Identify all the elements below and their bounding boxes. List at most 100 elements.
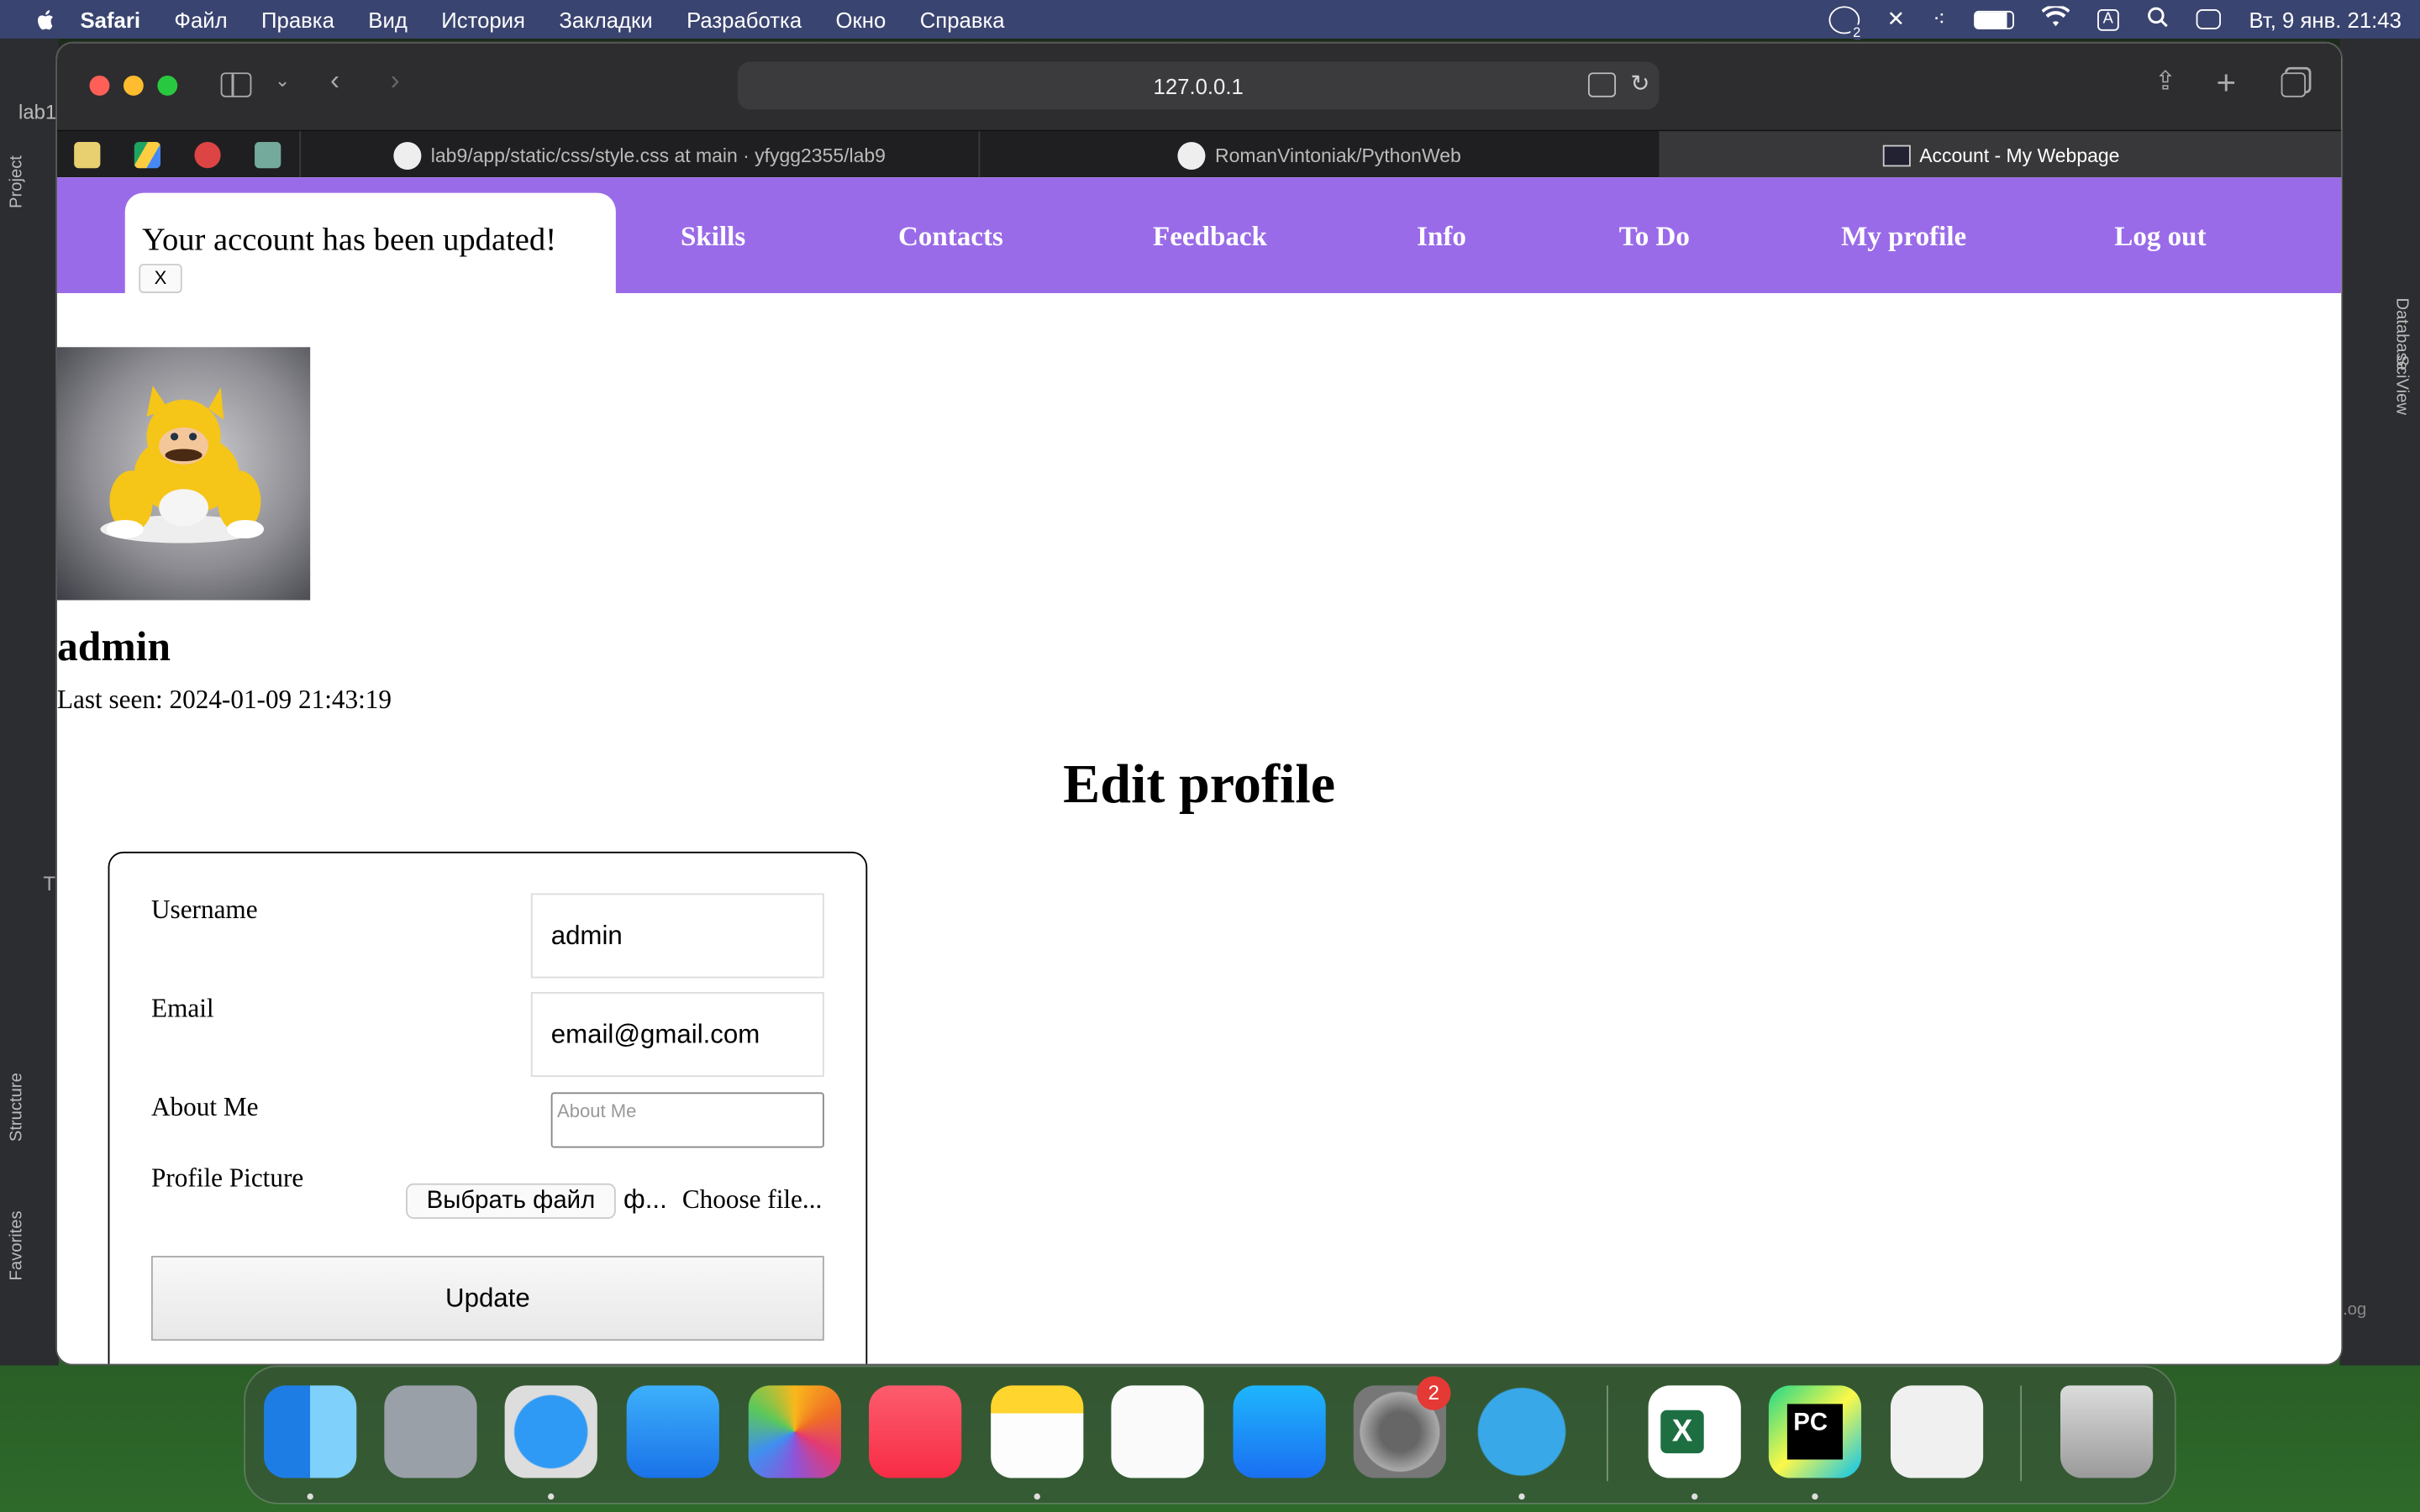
dock-divider: [2020, 1385, 2023, 1482]
ide-right-panel: Database SciView .og: [2339, 38, 2420, 1366]
ide-project-label[interactable]: Project: [8, 155, 26, 208]
telegram-icon[interactable]: [1475, 1385, 1569, 1478]
battery-icon[interactable]: [1973, 9, 2014, 29]
datetime[interactable]: Вт, 9 янв. 21:43: [2249, 7, 2402, 31]
apple-menu-icon[interactable]: [34, 7, 58, 31]
nav-todo[interactable]: To Do: [1619, 221, 1690, 254]
tab-github-style-title: lab9/app/static/css/style.css at main · …: [430, 144, 886, 166]
notification-status-icon[interactable]: 2: [1828, 5, 1865, 39]
edit-profile-form: Username admin Email email@gmail.com Abo…: [108, 851, 868, 1364]
update-button[interactable]: Update: [150, 1256, 824, 1341]
share-icon[interactable]: ⇪: [2154, 66, 2176, 97]
minimize-window-button[interactable]: [123, 75, 144, 96]
photos-icon[interactable]: [748, 1385, 842, 1478]
running-indicator: [548, 1493, 555, 1500]
zoom-window-button[interactable]: [157, 75, 178, 96]
nav-contacts[interactable]: Contacts: [898, 221, 1003, 254]
tab-account-title: Account - My Webpage: [1919, 144, 2120, 166]
running-indicator: [1518, 1493, 1525, 1500]
ide-sciview-label[interactable]: SciView: [2392, 354, 2411, 415]
menu-help[interactable]: Справка: [920, 7, 1005, 31]
notes-icon[interactable]: [991, 1385, 1084, 1478]
nav-info[interactable]: Info: [1417, 221, 1466, 254]
input-source-indicator[interactable]: A: [2096, 8, 2120, 30]
choose-file-text[interactable]: Choose file...: [682, 1185, 823, 1216]
menu-history[interactable]: История: [441, 7, 525, 31]
terminal-favicon-icon: [1882, 144, 1911, 166]
ide-favorites-label[interactable]: Favorites: [8, 1210, 26, 1280]
dock-divider: [1607, 1385, 1608, 1482]
menu-edit[interactable]: Правка: [261, 7, 334, 31]
nav-my-profile[interactable]: My profile: [1841, 221, 1966, 254]
menu-view[interactable]: Вид: [368, 7, 408, 31]
back-icon[interactable]: ‹: [330, 65, 339, 97]
email-input[interactable]: email@gmail.com: [530, 991, 824, 1078]
tab-account[interactable]: Account - My Webpage: [1659, 131, 2342, 180]
control-center-icon[interactable]: [2196, 9, 2222, 29]
nav-skills[interactable]: Skills: [681, 221, 745, 254]
running-indicator: [1812, 1493, 1818, 1500]
menu-safari[interactable]: Safari: [81, 7, 140, 31]
ide-t-label: T: [43, 871, 56, 895]
sidebar-toggle-icon[interactable]: [220, 72, 252, 97]
tab-overview-icon[interactable]: [2281, 72, 2307, 97]
music-icon[interactable]: [869, 1385, 962, 1478]
safari-window: ⌄ ‹ › 127.0.0.1 ↻ ⇪ + lab9/app/static/cs…: [56, 43, 2342, 1364]
menu-bookmarks[interactable]: Закладки: [559, 7, 652, 31]
ide-left-panel: lab1 Project T Structure Favorites: [0, 38, 59, 1366]
system-information-icon[interactable]: [1890, 1385, 1984, 1478]
edit-profile-heading: Edit profile: [1063, 753, 1336, 815]
wifi-icon[interactable]: [2040, 4, 2070, 32]
username-label: Username: [150, 895, 258, 925]
chatgpt-icon[interactable]: [255, 141, 281, 169]
avatar: [56, 347, 311, 601]
translate-icon[interactable]: [1587, 72, 1617, 97]
profile-username: admin: [56, 623, 171, 670]
search-icon[interactable]: [2147, 6, 2169, 32]
tab-github-style[interactable]: lab9/app/static/css/style.css at main · …: [299, 131, 978, 180]
close-window-button[interactable]: [89, 75, 110, 96]
tab-github-pythonweb[interactable]: RomanVintoniak/PythonWeb: [978, 131, 1659, 180]
ide-structure-label[interactable]: Structure: [8, 1073, 26, 1142]
finder-icon[interactable]: [264, 1385, 357, 1478]
menu-bar: Safari Файл Правка Вид История Закладки …: [0, 0, 2420, 39]
nav-log-out[interactable]: Log out: [2114, 221, 2206, 254]
menu-file[interactable]: Файл: [174, 7, 227, 31]
flash-close-button[interactable]: X: [139, 264, 182, 293]
sync-off-icon[interactable]: ✕: [1887, 6, 1906, 32]
choose-file-button[interactable]: Выбрать файл: [406, 1183, 616, 1219]
menu-window[interactable]: Окно: [836, 7, 886, 31]
last-seen: Last seen: 2024-01-09 21:43:19: [56, 685, 392, 715]
freeform-icon[interactable]: [1111, 1385, 1204, 1478]
safari-icon[interactable]: [504, 1385, 597, 1478]
launchpad-icon[interactable]: [384, 1385, 477, 1478]
new-tab-icon[interactable]: +: [2217, 63, 2237, 103]
nav-feedback[interactable]: Feedback: [1153, 221, 1267, 254]
running-indicator: [307, 1493, 313, 1500]
pycharm-icon[interactable]: PC: [1768, 1385, 1862, 1478]
flash-message: Your account has been updated! X: [124, 192, 616, 293]
site-navbar: Skills Contacts Feedback Info To Do My p…: [56, 177, 2342, 293]
about-me-textarea[interactable]: About Me: [550, 1092, 824, 1148]
forward-icon[interactable]: ›: [391, 65, 400, 97]
dots-icon[interactable]: ⁖: [1933, 6, 1945, 32]
mail-icon[interactable]: [626, 1385, 719, 1478]
address-bar[interactable]: 127.0.0.1 ↻: [737, 61, 1660, 110]
pinned-tab-icon-3[interactable]: [194, 141, 221, 169]
trash-icon[interactable]: [2060, 1385, 2154, 1478]
excel-icon[interactable]: X: [1648, 1385, 1741, 1478]
tab-github-pythonweb-title: RomanVintoniak/PythonWeb: [1215, 144, 1461, 166]
username-input[interactable]: admin: [530, 893, 824, 979]
google-drive-icon[interactable]: [134, 141, 161, 169]
tab-group-chevron-icon[interactable]: ⌄: [275, 70, 290, 92]
reload-icon[interactable]: ↻: [1630, 70, 1649, 97]
menu-develop[interactable]: Разработка: [687, 7, 802, 31]
about-me-label: About Me: [150, 1092, 259, 1122]
ide-file-tab[interactable]: lab1: [18, 100, 56, 123]
web-page: Skills Contacts Feedback Info To Do My p…: [56, 177, 2342, 1364]
excel-label: X: [1660, 1410, 1704, 1454]
github-icon: [1177, 141, 1207, 170]
tab-bar: lab9/app/static/css/style.css at main · …: [56, 129, 2342, 180]
pinned-tab-icon-1[interactable]: [74, 141, 101, 169]
app-store-icon[interactable]: [1233, 1385, 1326, 1478]
